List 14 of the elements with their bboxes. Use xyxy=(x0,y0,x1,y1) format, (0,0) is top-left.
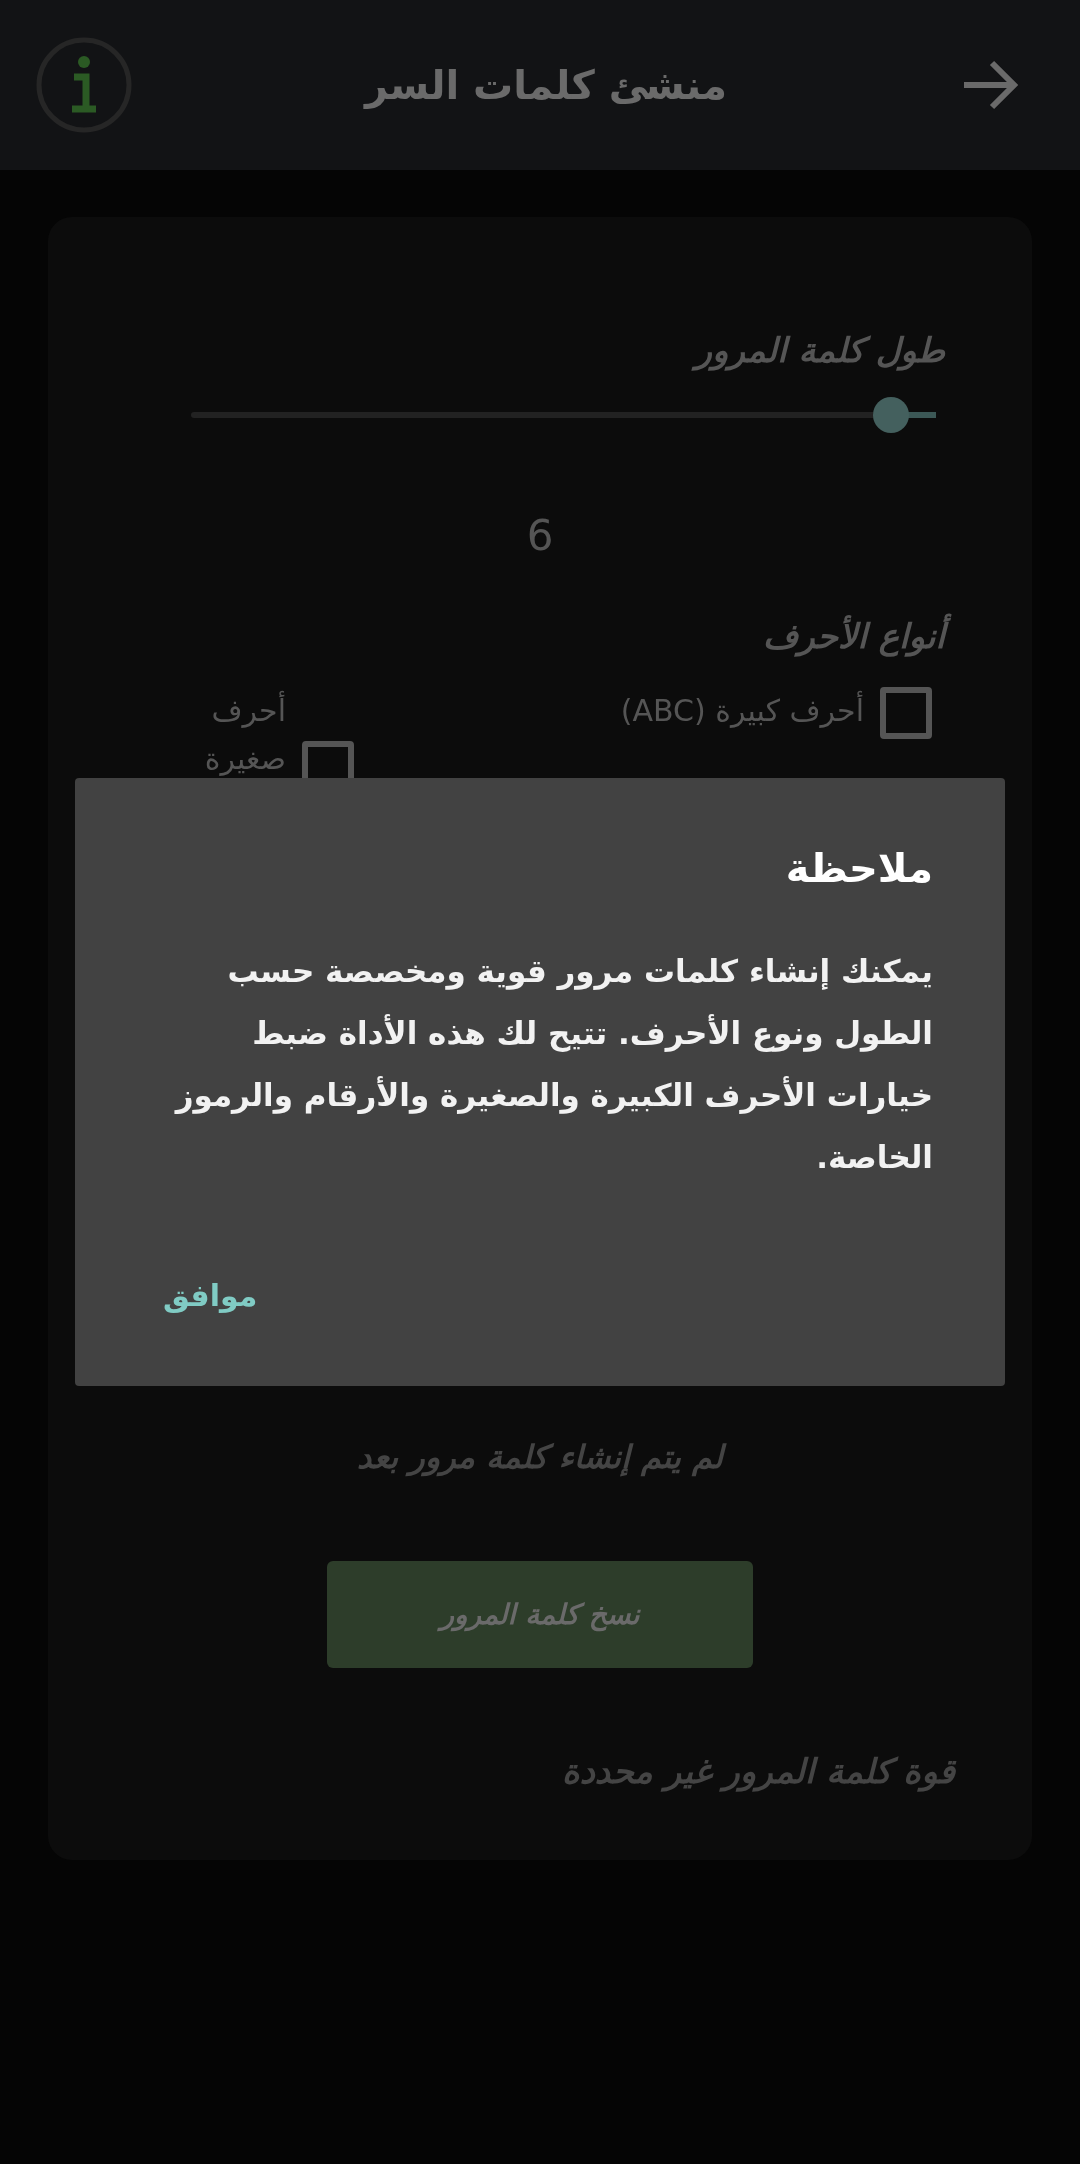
app-title: منشئ كلمات السر xyxy=(364,62,728,108)
ok-button[interactable]: موافق xyxy=(163,1273,258,1318)
checkbox[interactable] xyxy=(880,687,932,739)
option-label: أحرف صغيرة xyxy=(196,687,286,783)
length-value: 6 xyxy=(526,511,554,560)
slider-track[interactable] xyxy=(191,412,936,418)
info-icon[interactable] xyxy=(36,37,132,133)
length-label: طول كلمة المرور xyxy=(685,327,955,373)
dialog-message: يمكنك إنشاء كلمات مرور قوية ومخصصة حسب الطول ونوع الأحرف. تتيح لك هذه الأداة ضبط خيارات الأحرف الكبيرة والصغيرة والأرقام والرموز الخاصة. xyxy=(173,952,933,1177)
option-label: أحرف كبيرة (ABC) xyxy=(620,687,864,735)
slider-thumb[interactable] xyxy=(873,397,910,433)
char-types-label: أنواع الأحرف xyxy=(753,613,955,659)
strength-text: قوة كلمة المرور غير محددة xyxy=(561,1751,955,1791)
dialog-title: ملاحظة xyxy=(785,845,933,891)
